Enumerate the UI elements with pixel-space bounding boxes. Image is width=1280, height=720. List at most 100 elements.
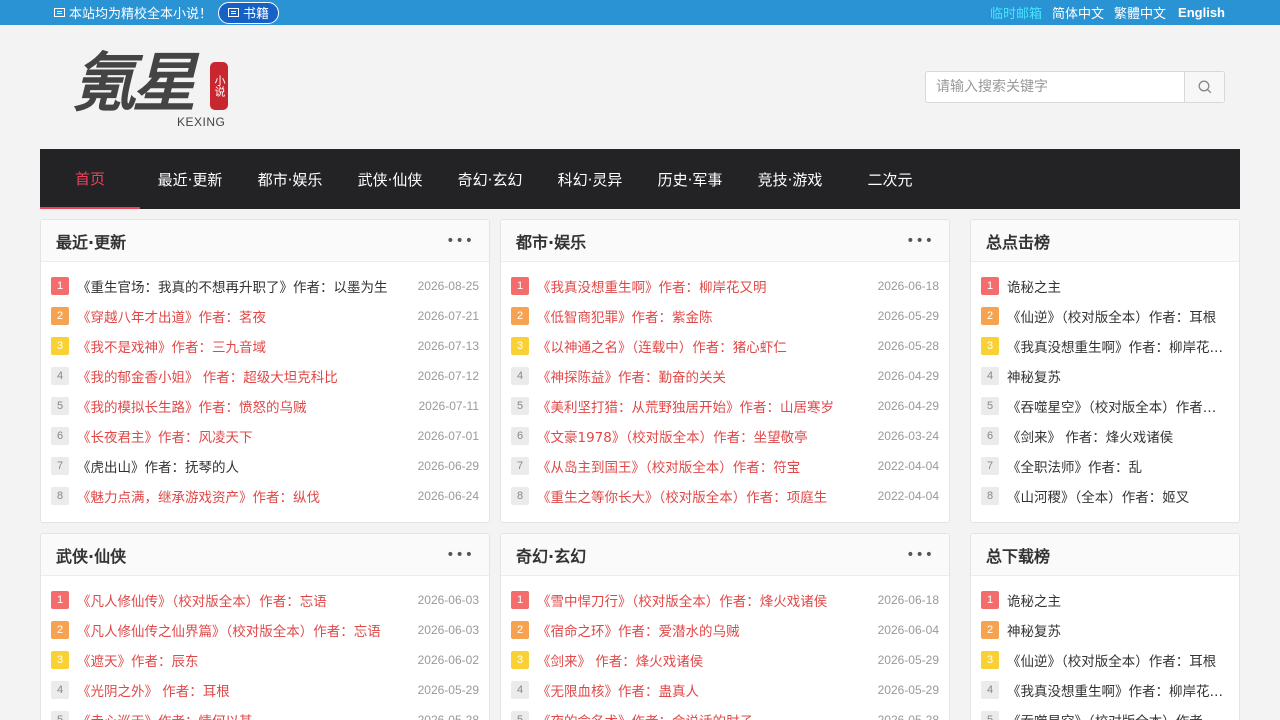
list-item[interactable]: 7 《全职法师》作者：乱 [971,451,1239,481]
book-link[interactable]: 《我真没想重生啊》作者：柳岸花又明 [1007,336,1229,356]
nav-scifi[interactable]: 科幻·灵异 [540,149,640,209]
book-link[interactable]: 《重生之等你长大》（校对版全本）作者：项庭生 [537,486,859,506]
list-item[interactable]: 1 诡秘之主 [971,585,1239,615]
book-link[interactable]: 《美利坚打猎：从荒野独居开始》作者：山居寒岁 [537,396,859,416]
nav-latest[interactable]: 最近·更新 [140,149,240,209]
list-item[interactable]: 2 《宿命之环》作者：爱潜水的乌贼 2026-06-04 [501,615,949,645]
book-link[interactable]: 《我不是戏神》作者：三九音域 [77,336,399,356]
nav-anime[interactable]: 二次元 [840,149,940,209]
site-logo[interactable]: 氪星 小说 KEXING [72,36,242,136]
list-item[interactable]: 8 《山河稷》（全本）作者：姬叉 [971,481,1239,511]
list-item[interactable]: 1 《重生官场：我真的不想再升职了》作者：以墨为生 2026-08-25 [41,271,489,301]
book-link[interactable]: 《雪中悍刀行》（校对版全本）作者：烽火戏诸侯 [537,590,859,610]
nav-games[interactable]: 竞技·游戏 [740,149,840,209]
list-item[interactable]: 4 《我真没想重生啊》作者：柳岸花又明 [971,675,1239,705]
list-item[interactable]: 1 《雪中悍刀行》（校对版全本）作者：烽火戏诸侯 2026-06-18 [501,585,949,615]
book-link[interactable]: 《仙逆》（校对版全本）作者：耳根 [1007,650,1229,670]
rank-badge: 5 [51,711,69,720]
list-item[interactable]: 2 《穿越八年才出道》作者：茗夜 2026-07-21 [41,301,489,331]
simplified-chinese-link[interactable]: 简体中文 [1052,3,1104,22]
more-icon[interactable]: ••• [906,547,934,563]
book-link[interactable]: 《神探陈益》作者：勤奋的关关 [537,366,859,386]
nav-fantasy[interactable]: 奇幻·玄幻 [440,149,540,209]
more-icon[interactable]: ••• [906,233,934,249]
list-item[interactable]: 5 《吞噬星空》（校对版全本）作者：我吃西红柿 [971,391,1239,421]
list-item[interactable]: 6 《长夜君主》作者：风凌天下 2026-07-01 [41,421,489,451]
list-item[interactable]: 5 《吞噬星空》（校对版全本）作者：我吃西红柿 [971,705,1239,720]
book-link[interactable]: 《剑来》 作者：烽火戏诸侯 [1007,426,1229,446]
book-link[interactable]: 《从岛主到国王》（校对版全本）作者：符宝 [537,456,859,476]
book-link[interactable]: 《山河稷》（全本）作者：姬叉 [1007,486,1229,506]
list-item[interactable]: 5 《赤心巡天》作者：情何以甚 2026-05-28 [41,705,489,720]
book-link[interactable]: 《剑来》 作者：烽火戏诸侯 [537,650,859,670]
book-link[interactable]: 《无限血核》作者：蛊真人 [537,680,859,700]
book-link[interactable]: 神秘复苏 [1007,620,1229,640]
list-item[interactable]: 2 《凡人修仙传之仙界篇》（校对版全本）作者：忘语 2026-06-03 [41,615,489,645]
search-input[interactable] [926,72,1184,102]
list-item[interactable]: 5 《美利坚打猎：从荒野独居开始》作者：山居寒岁 2026-04-29 [501,391,949,421]
list-item[interactable]: 4 《光阴之外》 作者：耳根 2026-05-29 [41,675,489,705]
nav-home[interactable]: 首页 [40,149,140,209]
temp-mail-link[interactable]: 临时邮箱 [990,3,1042,22]
book-link[interactable]: 《我真没想重生啊》作者：柳岸花又明 [1007,680,1229,700]
list-item[interactable]: 3 《我不是戏神》作者：三九音域 2026-07-13 [41,331,489,361]
book-link[interactable]: 《虎出山》作者：抚琴的人 [77,456,399,476]
list-item[interactable]: 6 《文豪1978》（校对版全本）作者：坐望敬亭 2026-03-24 [501,421,949,451]
list-item[interactable]: 8 《重生之等你长大》（校对版全本）作者：项庭生 2022-04-04 [501,481,949,511]
book-link[interactable]: 《文豪1978》（校对版全本）作者：坐望敬亭 [537,426,859,446]
nav-history[interactable]: 历史·军事 [640,149,740,209]
search-button[interactable] [1184,72,1224,102]
list-item[interactable]: 1 《凡人修仙传》（校对版全本）作者：忘语 2026-06-03 [41,585,489,615]
book-link[interactable]: 《以神通之名》（连载中）作者：猪心虾仁 [537,336,859,356]
book-link[interactable]: 《我的模拟长生路》作者：愤怒的乌贼 [77,396,399,416]
book-link[interactable]: 《光阴之外》 作者：耳根 [77,680,399,700]
list-item[interactable]: 2 《低智商犯罪》作者：紫金陈 2026-05-29 [501,301,949,331]
list-item[interactable]: 4 神秘复苏 [971,361,1239,391]
list-item[interactable]: 4 《无限血核》作者：蛊真人 2026-05-29 [501,675,949,705]
book-link[interactable]: 《吞噬星空》（校对版全本）作者：我吃西红柿 [1007,710,1229,720]
list-item[interactable]: 4 《神探陈益》作者：勤奋的关关 2026-04-29 [501,361,949,391]
book-link[interactable]: 《仙逆》（校对版全本）作者：耳根 [1007,306,1229,326]
book-link[interactable]: 诡秘之主 [1007,590,1229,610]
book-link[interactable]: 《宿命之环》作者：爱潜水的乌贼 [537,620,859,640]
book-link[interactable]: 《长夜君主》作者：风凌天下 [77,426,399,446]
book-link[interactable]: 《遮天》作者：辰东 [77,650,399,670]
book-link[interactable]: 诡秘之主 [1007,276,1229,296]
list-item[interactable]: 1 诡秘之主 [971,271,1239,301]
book-link[interactable]: 《赤心巡天》作者：情何以甚 [77,710,399,720]
list-item[interactable]: 3 《剑来》 作者：烽火戏诸侯 2026-05-29 [501,645,949,675]
book-link[interactable]: 《我的郁金香小姐》 作者：超级大坦克科比 [77,366,399,386]
nav-wuxia[interactable]: 武侠·仙侠 [340,149,440,209]
list-item[interactable]: 3 《仙逆》（校对版全本）作者：耳根 [971,645,1239,675]
list-item[interactable]: 7 《从岛主到国王》（校对版全本）作者：符宝 2022-04-04 [501,451,949,481]
book-link[interactable]: 《低智商犯罪》作者：紫金陈 [537,306,859,326]
nav-urban[interactable]: 都市·娱乐 [240,149,340,209]
book-link[interactable]: 《凡人修仙传之仙界篇》（校对版全本）作者：忘语 [77,620,399,640]
book-link[interactable]: 《穿越八年才出道》作者：茗夜 [77,306,399,326]
list-item[interactable]: 5 《我的模拟长生路》作者：愤怒的乌贼 2026-07-11 [41,391,489,421]
list-item[interactable]: 2 《仙逆》（校对版全本）作者：耳根 [971,301,1239,331]
list-item[interactable]: 3 《我真没想重生啊》作者：柳岸花又明 [971,331,1239,361]
list-item[interactable]: 2 神秘复苏 [971,615,1239,645]
book-link[interactable]: 《凡人修仙传》（校对版全本）作者：忘语 [77,590,399,610]
list-item[interactable]: 8 《魅力点满，继承游戏资产》作者：纵伐 2026-06-24 [41,481,489,511]
book-link[interactable]: 《夜的命名术》作者：会说话的肘子 [537,710,859,720]
list-item[interactable]: 3 《遮天》作者：辰东 2026-06-02 [41,645,489,675]
book-link[interactable]: 《魅力点满，继承游戏资产》作者：纵伐 [77,486,399,506]
list-item[interactable]: 5 《夜的命名术》作者：会说话的肘子 2026-05-28 [501,705,949,720]
list-item[interactable]: 3 《以神通之名》（连载中）作者：猪心虾仁 2026-05-28 [501,331,949,361]
traditional-chinese-link[interactable]: 繁體中文 [1114,3,1166,22]
list-item[interactable]: 1 《我真没想重生啊》作者：柳岸花又明 2026-06-18 [501,271,949,301]
list-item[interactable]: 4 《我的郁金香小姐》 作者：超级大坦克科比 2026-07-12 [41,361,489,391]
book-link[interactable]: 神秘复苏 [1007,366,1229,386]
book-link[interactable]: 《重生官场：我真的不想再升职了》作者：以墨为生 [77,276,399,296]
book-link[interactable]: 《我真没想重生啊》作者：柳岸花又明 [537,276,859,296]
more-icon[interactable]: ••• [446,547,474,563]
more-icon[interactable]: ••• [446,233,474,249]
book-link[interactable]: 《吞噬星空》（校对版全本）作者：我吃西红柿 [1007,396,1229,416]
english-link[interactable]: English [1178,5,1225,20]
books-button[interactable]: 书籍 [218,1,280,24]
list-item[interactable]: 7 《虎出山》作者：抚琴的人 2026-06-29 [41,451,489,481]
list-item[interactable]: 6 《剑来》 作者：烽火戏诸侯 [971,421,1239,451]
book-link[interactable]: 《全职法师》作者：乱 [1007,456,1229,476]
